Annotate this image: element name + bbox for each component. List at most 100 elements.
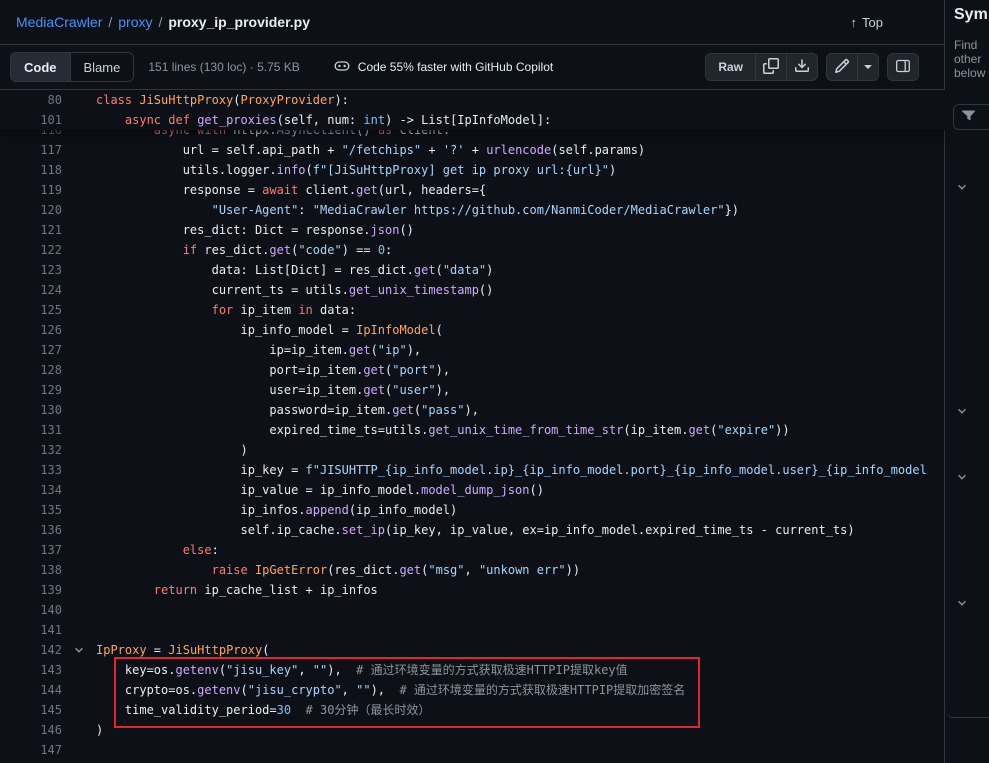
code-line: 127 ip=ip_item.get("ip"), [0,340,945,360]
line-number[interactable]: 141 [0,620,62,640]
symbols-panel-description: Find other below [954,38,985,80]
tab-blame[interactable]: Blame [70,53,134,81]
code-line: 138 raise IpGetError(res_dict.get("msg",… [0,560,945,580]
symbol-expand-chevron-icon[interactable] [955,596,969,610]
breadcrumb-dir-link[interactable]: proxy [118,14,152,30]
line-number[interactable]: 118 [0,160,62,180]
code-line: 134 ip_value = ip_info_model.model_dump_… [0,480,945,500]
code-text: ip=ip_item.get("ip"), [96,343,421,357]
line-number[interactable]: 125 [0,300,62,320]
line-number[interactable]: 128 [0,360,62,380]
line-number[interactable]: 136 [0,520,62,540]
line-number[interactable]: 120 [0,200,62,220]
code-text: IpProxy = JiSuHttpProxy( [96,643,269,657]
line-number[interactable]: 117 [0,140,62,160]
symbols-filter-input[interactable] [953,104,989,130]
line-number[interactable]: 126 [0,320,62,340]
filter-funnel-icon [962,108,975,126]
code-text: if res_dict.get("code") == 0: [96,243,392,257]
breadcrumb-separator: / [108,14,112,30]
line-number[interactable]: 138 [0,560,62,580]
edit-dropdown-button[interactable] [857,53,879,81]
code-line: 101 async def get_proxies(self, num: int… [0,110,945,130]
code-line: 140 [0,600,945,620]
line-number[interactable]: 144 [0,680,62,700]
line-number[interactable]: 80 [0,90,62,110]
code-line: 132 ) [0,440,945,460]
line-number[interactable]: 127 [0,340,62,360]
line-number[interactable]: 122 [0,240,62,260]
code-text: self.ip_cache.set_ip(ip_key, ip_value, e… [96,523,855,537]
code-text: raise IpGetError(res_dict.get("msg", "un… [96,563,580,577]
pencil-icon [834,58,850,77]
line-number[interactable]: 147 [0,740,62,760]
download-icon [794,58,810,77]
download-button[interactable] [786,53,818,81]
line-number[interactable]: 119 [0,180,62,200]
raw-button[interactable]: Raw [705,53,756,81]
line-number[interactable]: 129 [0,380,62,400]
code-lines: 116 async with httpx.AsyncClient() as cl… [0,90,945,760]
symbol-expand-chevron-icon[interactable] [955,180,969,194]
line-number[interactable]: 101 [0,110,62,130]
scroll-to-top-button[interactable]: ↑ Top [845,14,889,31]
line-number[interactable]: 139 [0,580,62,600]
code-line: 125 for ip_item in data: [0,300,945,320]
line-number[interactable]: 123 [0,260,62,280]
code-line: 133 ip_key = f"JISUHTTP_{ip_info_model.i… [0,460,945,480]
copilot-banner[interactable]: Code 55% faster with GitHub Copilot [334,58,553,77]
file-stats: 151 lines (130 loc) · 5.75 KB [148,60,299,74]
line-number[interactable]: 137 [0,540,62,560]
code-blame-switcher: Code Blame [10,52,134,82]
collapse-chevron-icon[interactable] [72,643,86,657]
code-line: 147 [0,740,945,760]
code-line: 137 else: [0,540,945,560]
symbols-panel: Sym Find other below [944,0,989,763]
copy-icon [763,58,779,77]
code-line: 142 IpProxy = JiSuHttpProxy( [0,640,945,660]
code-line: 123 data: List[Dict] = res_dict.get("dat… [0,260,945,280]
code-text: current_ts = utils.get_unix_timestamp() [96,283,493,297]
tab-code[interactable]: Code [11,53,70,81]
line-number[interactable]: 146 [0,720,62,740]
line-number[interactable]: 132 [0,440,62,460]
line-number[interactable]: 131 [0,420,62,440]
code-text: class JiSuHttpProxy(ProxyProvider): [96,93,349,107]
raw-copy-download-group: Raw [705,53,818,81]
code-text: res_dict: Dict = response.json() [96,223,414,237]
symbol-expand-chevron-icon[interactable] [955,404,969,418]
edit-button[interactable] [826,53,858,81]
line-number[interactable]: 135 [0,500,62,520]
breadcrumb-separator: / [158,14,162,30]
symbol-expand-chevron-icon[interactable] [955,470,969,484]
code-text: ip_infos.append(ip_info_model) [96,503,457,517]
code-line: 124 current_ts = utils.get_unix_timestam… [0,280,945,300]
line-number[interactable]: 133 [0,460,62,480]
code-line: 130 password=ip_item.get("pass"), [0,400,945,420]
triangle-down-icon [860,58,876,77]
breadcrumb-repo-link[interactable]: MediaCrawler [16,14,102,30]
code-line: 131 expired_time_ts=utils.get_unix_time_… [0,420,945,440]
line-number[interactable]: 145 [0,700,62,720]
line-number[interactable]: 142 [0,640,62,660]
code-line: 128 port=ip_item.get("port"), [0,360,945,380]
symbols-panel-toggle-button[interactable] [887,53,919,81]
code-text: utils.logger.info(f"[JiSuHttpProxy] get … [96,163,616,177]
line-number[interactable]: 121 [0,220,62,240]
arrow-up-icon: ↑ [851,15,858,30]
code-viewer: 116 async with httpx.AsyncClient() as cl… [0,90,945,763]
symbols-desc-line: below [954,66,985,80]
code-line: 119 response = await client.get(url, hea… [0,180,945,200]
code-text: for ip_item in data: [96,303,356,317]
line-number[interactable]: 143 [0,660,62,680]
line-number[interactable]: 130 [0,400,62,420]
symbols-panel-title: Sym [954,6,988,24]
line-number[interactable]: 124 [0,280,62,300]
line-number[interactable]: 134 [0,480,62,500]
code-line: 143 key=os.getenv("jisu_key", ""), # 通过环… [0,660,945,680]
code-text: expired_time_ts=utils.get_unix_time_from… [96,423,790,437]
line-number[interactable]: 140 [0,600,62,620]
code-text: time_validity_period=30 # 30分钟（最长时效） [96,703,430,717]
copilot-banner-text: Code 55% faster with GitHub Copilot [358,60,553,74]
copy-button[interactable] [755,53,787,81]
